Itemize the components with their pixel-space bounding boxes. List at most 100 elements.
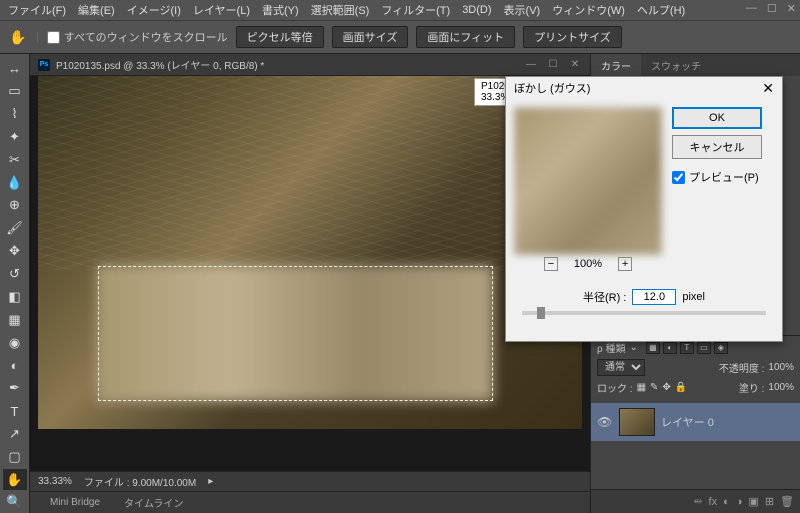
slider-handle[interactable] <box>537 307 545 319</box>
status-chevron-icon[interactable]: ▸ <box>208 476 213 487</box>
type-tool[interactable]: T <box>3 401 27 422</box>
ok-button[interactable]: OK <box>672 107 762 129</box>
new-layer-icon[interactable]: ⊞ <box>765 495 774 508</box>
fit-on-button[interactable]: 画面にフィット <box>416 26 515 48</box>
zoom-tool[interactable]: 🔍 <box>3 492 27 513</box>
app-window-controls[interactable]: — ☐ ✕ <box>746 2 796 15</box>
radius-unit: pixel <box>682 291 705 303</box>
blend-mode-select[interactable]: 通常 <box>597 359 645 376</box>
doc-close-icon[interactable]: ✕ <box>568 59 582 70</box>
hand-tool-icon[interactable]: ✋ <box>8 27 28 47</box>
maximize-icon[interactable]: ☐ <box>767 2 777 15</box>
layer-name[interactable]: レイヤー 0 <box>661 414 714 430</box>
menu-type[interactable]: 書式(Y) <box>262 2 299 18</box>
scroll-all-checkbox[interactable]: すべてのウィンドウをスクロール <box>47 29 228 45</box>
filter-adjust-icon[interactable]: ◐ <box>663 342 677 354</box>
stamp-tool[interactable]: ✥ <box>3 241 27 262</box>
scroll-all-input[interactable] <box>47 31 60 44</box>
menu-filter[interactable]: フィルター(T) <box>381 2 450 18</box>
blur-preview[interactable] <box>514 107 662 255</box>
cancel-button[interactable]: キャンセル <box>672 135 762 159</box>
layers-panel: ρ 種類 ⌄ ▦ ◐ T ▭ ◈ 通常 不透明度 : 100% <box>591 335 800 513</box>
document-window-controls[interactable]: — ☐ ✕ <box>524 59 582 70</box>
marquee-tool[interactable]: ▭ <box>3 81 27 102</box>
heal-tool[interactable]: ⊕ <box>3 195 27 216</box>
print-size-button[interactable]: プリントサイズ <box>523 26 622 48</box>
tools-panel: ↔ ▭ ⌇ ✦ ✂ 💧 ⊕ 🖌 ✥ ↺ ◧ ▦ ◉ ◐ ✒ T ↗ ▢ ✋ 🔍 <box>0 54 30 513</box>
brush-tool[interactable]: 🖌 <box>3 218 27 239</box>
preview-label: プレビュー(P) <box>689 169 759 185</box>
fx-icon[interactable]: fx <box>709 496 718 508</box>
move-tool[interactable]: ↔ <box>3 58 27 79</box>
doc-maximize-icon[interactable]: ☐ <box>546 59 560 70</box>
gradient-tool[interactable]: ▦ <box>3 309 27 330</box>
doc-minimize-icon[interactable]: — <box>524 59 538 70</box>
hand-tool[interactable]: ✋ <box>3 469 27 490</box>
dodge-tool[interactable]: ◐ <box>3 355 27 376</box>
kind-dropdown-icon[interactable]: ⌄ <box>629 342 637 353</box>
filter-type-icon[interactable]: T <box>680 342 694 354</box>
menu-file[interactable]: ファイル(F) <box>8 2 66 18</box>
zoom-out-button[interactable]: − <box>544 257 558 271</box>
group-icon[interactable]: ▣ <box>748 495 758 508</box>
layer-thumbnail[interactable] <box>619 408 655 436</box>
zoom-in-button[interactable]: + <box>618 257 632 271</box>
lock-transparent-icon[interactable]: ▦ <box>637 382 646 393</box>
mask-icon[interactable]: ◐ <box>723 496 730 508</box>
lasso-tool[interactable]: ⌇ <box>3 104 27 125</box>
lock-paint-icon[interactable]: ✎ <box>650 382 658 393</box>
wand-tool[interactable]: ✦ <box>3 127 27 148</box>
menu-select[interactable]: 選択範囲(S) <box>311 2 370 18</box>
tab-mini-bridge[interactable]: Mini Bridge <box>38 494 112 511</box>
filter-shape-icon[interactable]: ▭ <box>697 342 711 354</box>
menu-edit[interactable]: 編集(E) <box>78 2 115 18</box>
actual-pixels-button[interactable]: ピクセル等倍 <box>236 26 324 48</box>
menu-help[interactable]: ヘルプ(H) <box>637 2 685 18</box>
document-tab[interactable]: Ps P1020135.psd @ 33.3% (レイヤー 0, RGB/8) … <box>30 54 590 76</box>
tab-swatches[interactable]: スウォッチ <box>641 54 711 76</box>
bottom-panel-tabs: Mini Bridge タイムライン <box>30 491 590 513</box>
menu-3d[interactable]: 3D(D) <box>462 4 491 16</box>
preview-checkbox-input[interactable] <box>672 171 685 184</box>
minimize-icon[interactable]: — <box>746 2 757 15</box>
status-bar: 33.33% ファイル : 9.00M/10.00M ▸ <box>30 471 590 491</box>
radius-label: 半径(R) : <box>583 289 626 305</box>
zoom-level[interactable]: 33.33% <box>38 476 72 487</box>
shape-tool[interactable]: ▢ <box>3 446 27 467</box>
adjustment-icon[interactable]: ◑ <box>736 496 743 508</box>
lock-move-icon[interactable]: ✥ <box>662 382 670 393</box>
filter-smart-icon[interactable]: ◈ <box>714 342 728 354</box>
visibility-icon[interactable]: 👁 <box>597 415 613 429</box>
filter-pixel-icon[interactable]: ▦ <box>646 342 660 354</box>
menu-view[interactable]: 表示(V) <box>504 2 541 18</box>
menu-image[interactable]: イメージ(I) <box>127 2 181 18</box>
options-bar: ✋ | すべてのウィンドウをスクロール ピクセル等倍 画面サイズ 画面にフィット… <box>0 20 800 54</box>
lock-all-icon[interactable]: 🔒 <box>675 382 687 393</box>
radius-input[interactable] <box>632 289 676 305</box>
layer-row[interactable]: 👁 レイヤー 0 <box>591 403 800 441</box>
tab-color[interactable]: カラー <box>591 54 641 76</box>
close-icon[interactable]: ✕ <box>787 2 796 15</box>
tab-timeline[interactable]: タイムライン <box>112 492 195 513</box>
gaussian-blur-dialog[interactable]: ぼかし (ガウス) ✕ − 100% + OK キャンセル プレビュー(P) 半… <box>505 76 783 342</box>
eraser-tool[interactable]: ◧ <box>3 286 27 307</box>
fit-screen-button[interactable]: 画面サイズ <box>332 26 409 48</box>
layer-filter-icons[interactable]: ▦ ◐ T ▭ ◈ <box>646 342 728 354</box>
dialog-close-icon[interactable]: ✕ <box>762 80 774 97</box>
menu-layer[interactable]: レイヤー(L) <box>193 2 250 18</box>
dialog-title: ぼかし (ガウス) <box>514 80 590 96</box>
preview-checkbox[interactable]: プレビュー(P) <box>672 169 762 185</box>
crop-tool[interactable]: ✂ <box>3 149 27 170</box>
pen-tool[interactable]: ✒ <box>3 378 27 399</box>
blur-tool[interactable]: ◉ <box>3 332 27 353</box>
radius-slider[interactable] <box>522 311 766 315</box>
path-tool[interactable]: ↗ <box>3 424 27 445</box>
link-icon[interactable]: ⬴ <box>694 495 703 508</box>
eyedropper-tool[interactable]: 💧 <box>3 172 27 193</box>
fill-value[interactable]: 100% <box>768 382 794 393</box>
history-tool[interactable]: ↺ <box>3 264 27 285</box>
opacity-value[interactable]: 100% <box>768 362 794 373</box>
menu-window[interactable]: ウィンドウ(W) <box>552 2 625 18</box>
color-panel-tabs: カラー スウォッチ <box>591 54 800 76</box>
trash-icon[interactable]: 🗑 <box>780 495 794 508</box>
